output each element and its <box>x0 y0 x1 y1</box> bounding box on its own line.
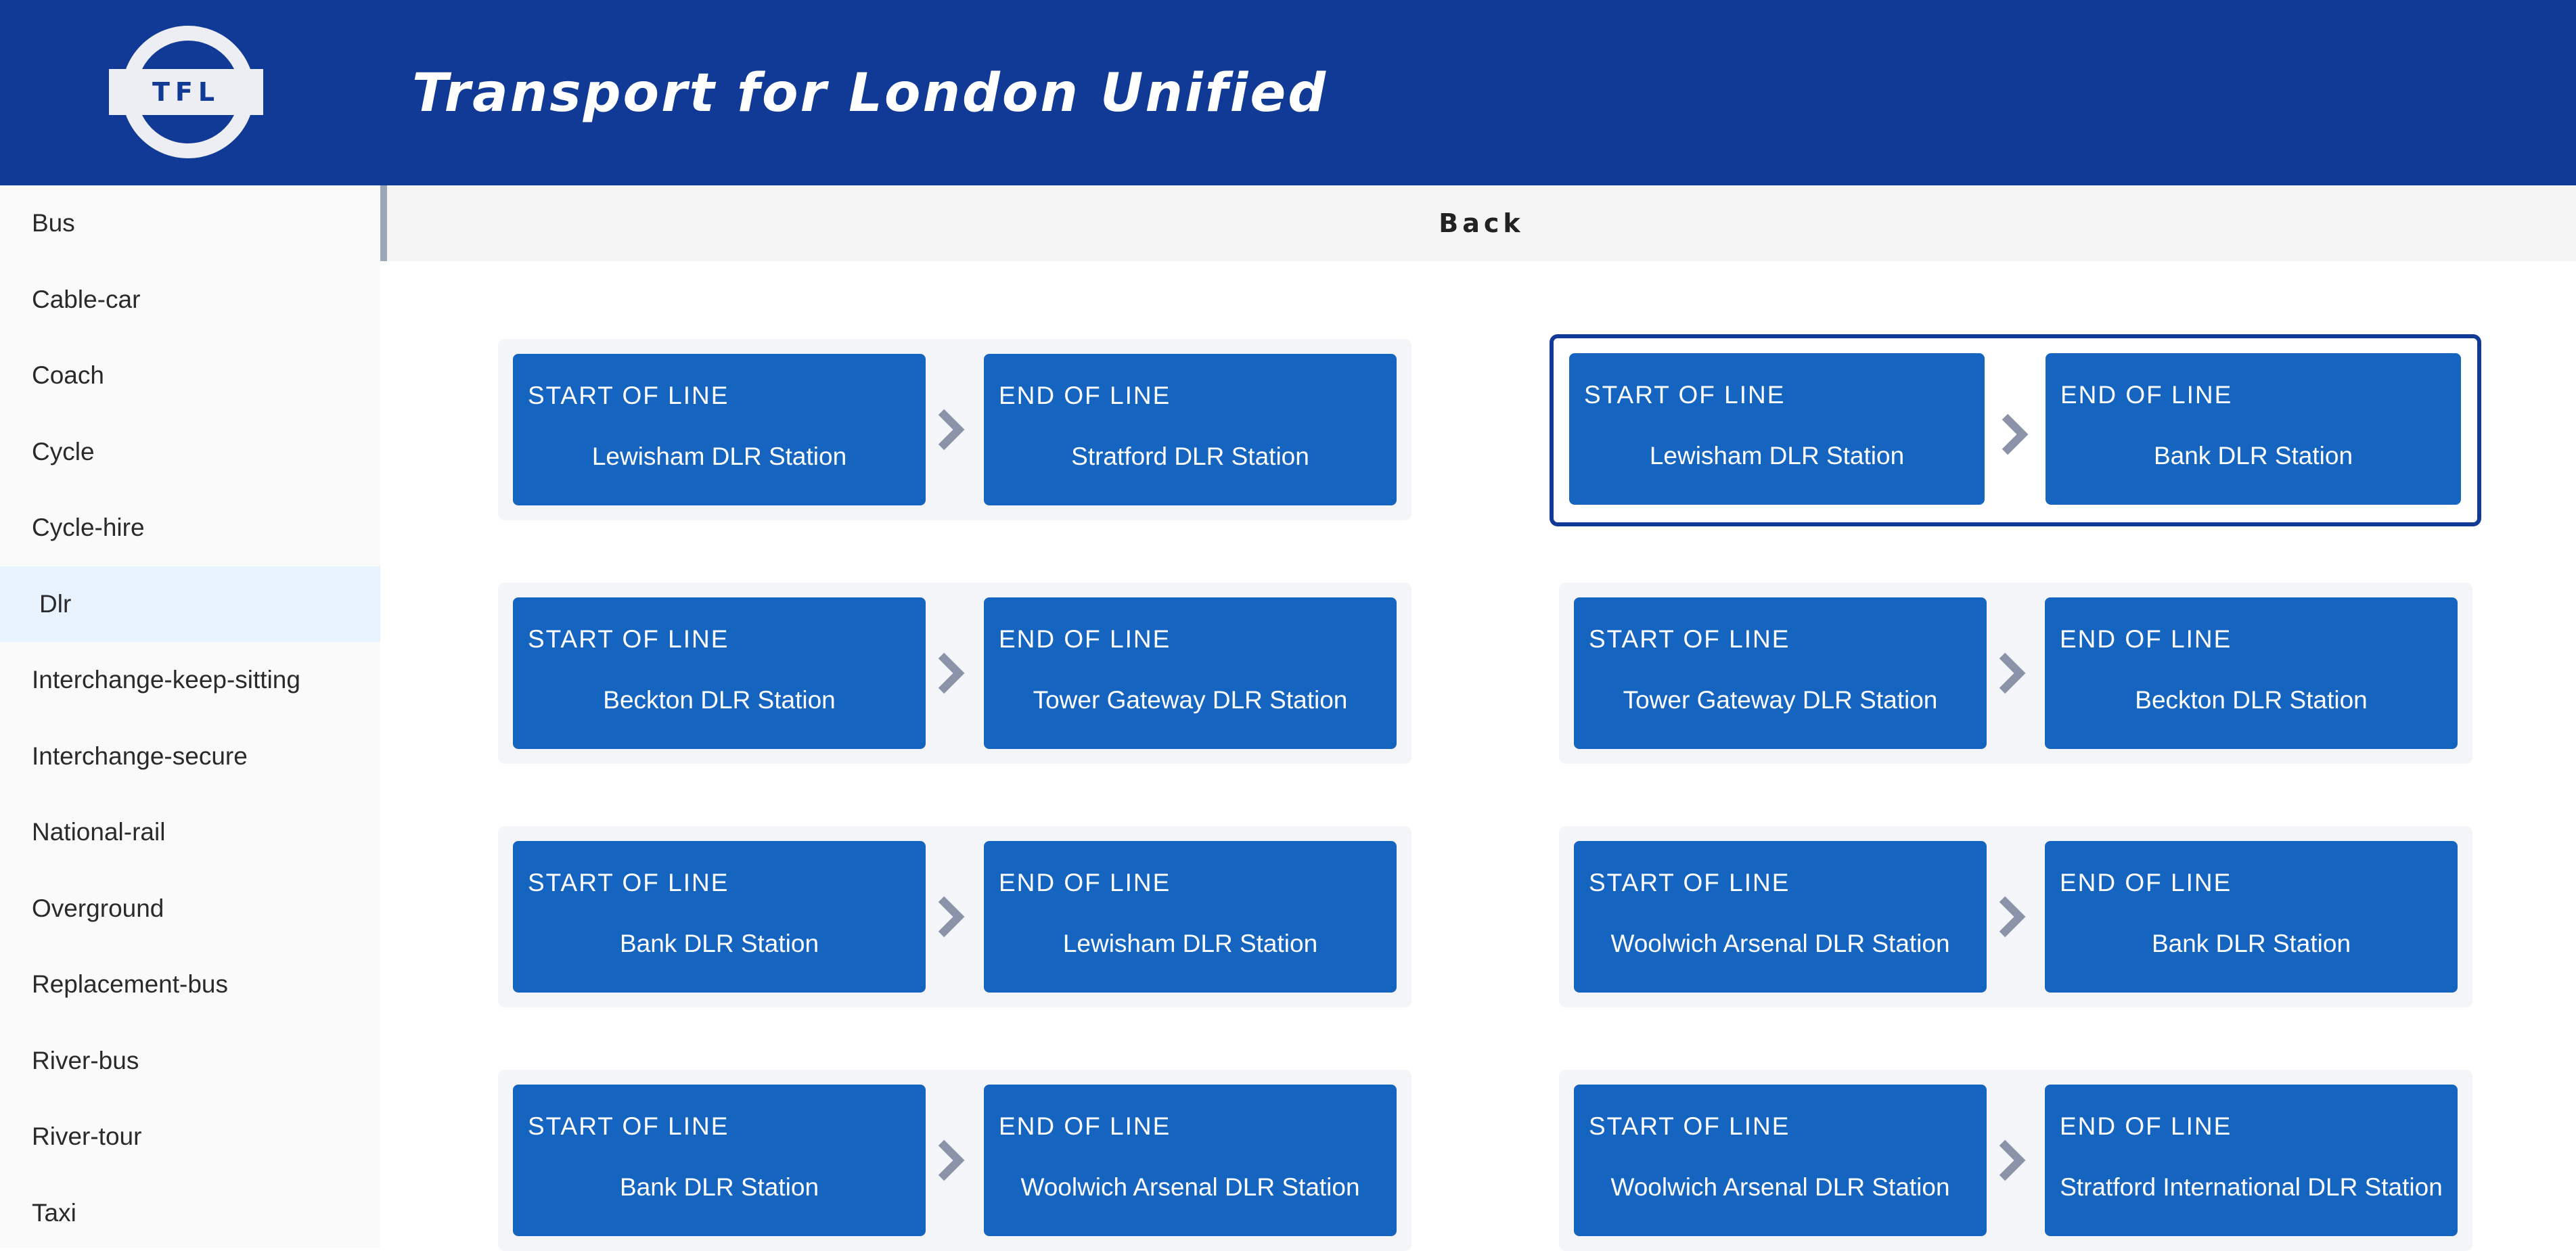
end-station-box: END OF LINE Stratford DLR Station <box>984 354 1397 505</box>
start-station-box: START OF LINE Tower Gateway DLR Station <box>1574 597 1987 749</box>
start-caption: START OF LINE <box>1589 624 1790 654</box>
end-station-box: END OF LINE Tower Gateway DLR Station <box>984 597 1397 749</box>
end-station-name: Beckton DLR Station <box>2045 685 2458 715</box>
back-button[interactable]: Back <box>387 185 2576 261</box>
sidebar-item-interchange-keep-sitting[interactable]: Interchange-keep-sitting <box>0 642 380 719</box>
end-station-name: Stratford International DLR Station <box>2045 1173 2458 1202</box>
start-station-name: Woolwich Arsenal DLR Station <box>1574 1173 1987 1202</box>
sidebar-item-bus[interactable]: Bus <box>0 185 380 262</box>
route-card[interactable]: START OF LINE Bank DLR Station END OF LI… <box>498 826 1411 1007</box>
end-caption: END OF LINE <box>2060 868 2232 898</box>
end-station-name: Bank DLR Station <box>2046 441 2461 471</box>
start-station-name: Bank DLR Station <box>513 929 926 959</box>
sidebar-item-dlr[interactable]: Dlr <box>0 566 380 643</box>
start-caption: START OF LINE <box>528 381 729 411</box>
start-station-box: START OF LINE Lewisham DLR Station <box>513 354 926 505</box>
chevron-right-icon <box>1997 413 2031 456</box>
sidebar-item-interchange-secure[interactable]: Interchange-secure <box>0 719 380 795</box>
start-caption: START OF LINE <box>528 868 729 898</box>
start-caption: START OF LINE <box>1584 380 1785 410</box>
route-card[interactable]: START OF LINE Lewisham DLR Station END O… <box>498 339 1411 520</box>
end-station-name: Woolwich Arsenal DLR Station <box>984 1173 1397 1202</box>
end-caption: END OF LINE <box>999 381 1171 411</box>
start-station-name: Bank DLR Station <box>513 1173 926 1202</box>
app-header: TFL Transport for London Unified <box>0 0 2576 185</box>
sidebar-item-national-rail[interactable]: National-rail <box>0 794 380 871</box>
sidebar-item-overground[interactable]: Overground <box>0 871 380 947</box>
start-caption: START OF LINE <box>1589 1112 1790 1141</box>
end-station-box: END OF LINE Bank DLR Station <box>2046 353 2461 505</box>
chevron-right-icon <box>933 895 967 938</box>
chevron-right-icon <box>933 1139 967 1182</box>
start-station-name: Beckton DLR Station <box>513 685 926 715</box>
sidebar-item-cable-car[interactable]: Cable-car <box>0 262 380 338</box>
end-station-box: END OF LINE Stratford International DLR … <box>2045 1085 2458 1236</box>
sidebar-item-coach[interactable]: Coach <box>0 338 380 414</box>
sidebar-item-cycle-hire[interactable]: Cycle-hire <box>0 490 380 566</box>
route-card[interactable]: START OF LINE Beckton DLR Station END OF… <box>498 583 1411 764</box>
chevron-right-icon <box>1994 1139 2028 1182</box>
start-station-box: START OF LINE Bank DLR Station <box>513 841 926 993</box>
sidebar-item-river-tour[interactable]: River-tour <box>0 1099 380 1175</box>
route-card[interactable]: START OF LINE Bank DLR Station END OF LI… <box>498 1070 1411 1251</box>
start-caption: START OF LINE <box>528 624 729 654</box>
start-station-box: START OF LINE Bank DLR Station <box>513 1085 926 1236</box>
chevron-right-icon <box>933 652 967 695</box>
app-title: Transport for London Unified <box>412 60 1328 127</box>
start-caption: START OF LINE <box>1589 868 1790 898</box>
sidebar-scrollbar[interactable] <box>380 185 387 261</box>
end-station-box: END OF LINE Bank DLR Station <box>2045 841 2458 993</box>
route-card[interactable]: START OF LINE Woolwich Arsenal DLR Stati… <box>1559 1070 2472 1251</box>
end-caption: END OF LINE <box>999 868 1171 898</box>
tfl-roundel-icon: TFL <box>109 26 263 158</box>
end-caption: END OF LINE <box>999 624 1171 654</box>
end-caption: END OF LINE <box>2060 624 2232 654</box>
start-station-name: Lewisham DLR Station <box>1569 441 1985 471</box>
end-caption: END OF LINE <box>999 1112 1171 1141</box>
end-caption: END OF LINE <box>2060 380 2232 410</box>
sidebar-item-taxi[interactable]: Taxi <box>0 1175 380 1251</box>
start-station-box: START OF LINE Woolwich Arsenal DLR Stati… <box>1574 841 1987 993</box>
start-station-box: START OF LINE Beckton DLR Station <box>513 597 926 749</box>
logo-text: TFL <box>152 77 220 107</box>
end-caption: END OF LINE <box>2060 1112 2232 1141</box>
end-station-name: Stratford DLR Station <box>984 442 1397 472</box>
start-station-box: START OF LINE Woolwich Arsenal DLR Stati… <box>1574 1085 1987 1236</box>
back-label: Back <box>1439 208 1524 238</box>
end-station-box: END OF LINE Woolwich Arsenal DLR Station <box>984 1085 1397 1236</box>
end-station-box: END OF LINE Lewisham DLR Station <box>984 841 1397 993</box>
start-station-name: Lewisham DLR Station <box>513 442 926 472</box>
start-caption: START OF LINE <box>528 1112 729 1141</box>
chevron-right-icon <box>933 408 967 451</box>
end-station-name: Tower Gateway DLR Station <box>984 685 1397 715</box>
chevron-right-icon <box>1994 652 2028 695</box>
end-station-name: Bank DLR Station <box>2045 929 2458 959</box>
end-station-box: END OF LINE Beckton DLR Station <box>2045 597 2458 749</box>
route-card[interactable]: START OF LINE Tower Gateway DLR Station … <box>1559 583 2472 764</box>
sidebar-item-river-bus[interactable]: River-bus <box>0 1023 380 1099</box>
start-station-box: START OF LINE Lewisham DLR Station <box>1569 353 1985 505</box>
start-station-name: Woolwich Arsenal DLR Station <box>1574 929 1987 959</box>
start-station-name: Tower Gateway DLR Station <box>1574 685 1987 715</box>
route-card-selected[interactable]: START OF LINE Lewisham DLR Station END O… <box>1550 334 2481 526</box>
sidebar: Bus Cable-car Coach Cycle Cycle-hire Dlr… <box>0 185 380 1248</box>
end-station-name: Lewisham DLR Station <box>984 929 1397 959</box>
sidebar-item-replacement-bus[interactable]: Replacement-bus <box>0 947 380 1023</box>
chevron-right-icon <box>1994 895 2028 938</box>
route-card[interactable]: START OF LINE Woolwich Arsenal DLR Stati… <box>1559 826 2472 1007</box>
sidebar-item-cycle[interactable]: Cycle <box>0 414 380 491</box>
